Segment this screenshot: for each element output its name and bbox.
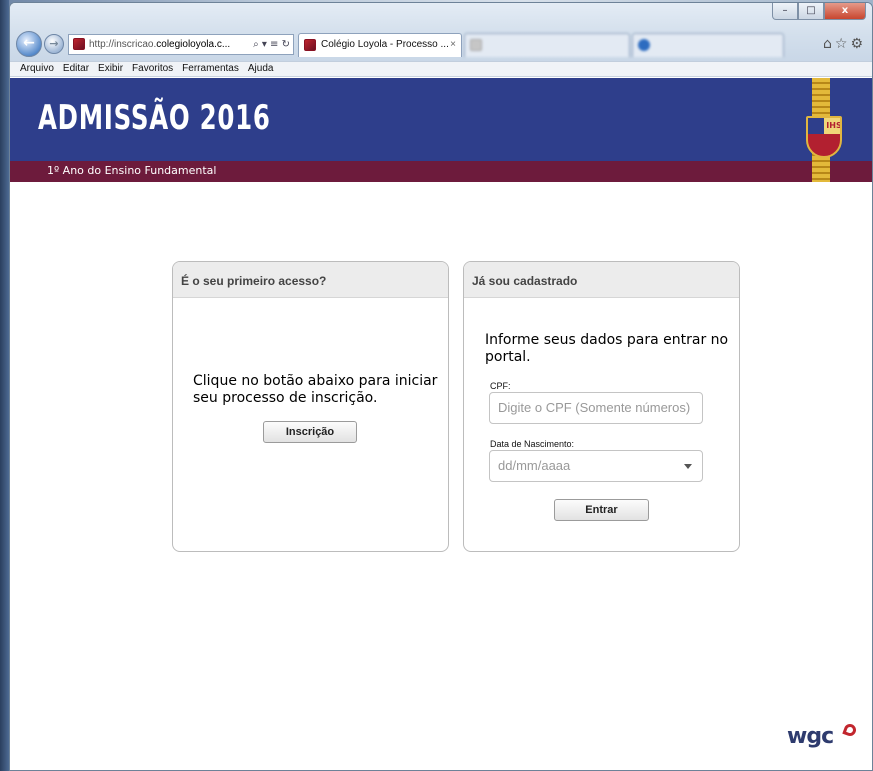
site-favicon-icon [73, 38, 85, 50]
first-access-heading: É o seu primeiro acesso? [173, 262, 448, 298]
header-subbar: 1º Ano do Ensino Fundamental [10, 161, 872, 182]
back-arrow-icon: ← [23, 35, 35, 51]
inscricao-button[interactable]: Inscrição [263, 421, 357, 443]
wgc-logo-mark-icon [842, 722, 858, 738]
tab-close-icon[interactable]: × [450, 34, 456, 56]
first-access-message: Clique no botão abaixo para iniciar seu … [193, 373, 438, 406]
grade-subtitle: 1º Ano do Ensino Fundamental [47, 164, 217, 177]
registered-card: Já sou cadastrado Informe seus dados par… [463, 261, 740, 552]
address-url-prefix: http://inscricao. [89, 39, 157, 50]
menu-item-ferramentas[interactable]: Ferramentas [182, 62, 239, 76]
forward-arrow-icon: → [49, 37, 59, 50]
window-controls: – □ x [772, 3, 866, 21]
address-bar[interactable]: http://inscricao.colegioloyola.c... ⌕ ▾ … [68, 34, 294, 55]
registered-heading: Já sou cadastrado [464, 262, 739, 298]
close-window-button[interactable]: x [824, 3, 866, 20]
crest-quarter [808, 118, 824, 134]
registered-message: Informe seus dados para entrar no portal… [485, 332, 729, 365]
tab-favicon-icon [638, 39, 650, 51]
header-banner: ADMISSÃO 2016 [10, 78, 872, 161]
tab-favicon-icon [304, 39, 316, 51]
home-favorites-settings-icons[interactable]: ⌂☆⚙ [823, 36, 866, 52]
menu-item-editar[interactable]: Editar [63, 62, 89, 76]
address-url-domain: colegioloyola.c... [156, 39, 231, 50]
entrar-button[interactable]: Entrar [554, 499, 649, 521]
forward-button[interactable]: → [44, 34, 64, 54]
menu-item-arquivo[interactable]: Arquivo [20, 62, 54, 76]
page-content: ADMISSÃO 2016 1º Ano do Ensino Fundament… [10, 78, 872, 770]
tab-blurred-2[interactable] [632, 33, 784, 57]
page-title: ADMISSÃO 2016 [38, 98, 271, 138]
birth-date-placeholder: dd/mm/aaaa [498, 458, 571, 473]
browser-chrome: – □ x ← → http://inscricao.colegioloyola… [10, 3, 872, 61]
menu-item-exibir[interactable]: Exibir [98, 62, 123, 76]
cpf-input[interactable]: Digite o CPF (Somente números) [489, 392, 703, 424]
address-tools-icons[interactable]: ⌕ ▾ ≡ ↻ [253, 35, 290, 54]
menu-bar: Arquivo Editar Exibir Favoritos Ferramen… [10, 61, 872, 77]
menu-item-ajuda[interactable]: Ajuda [248, 62, 274, 76]
minimize-button[interactable]: – [772, 3, 798, 20]
tab-blurred-1[interactable] [464, 33, 630, 57]
school-crest-icon: IHS [806, 116, 842, 158]
crest-monogram: IHS [824, 118, 840, 134]
first-access-card: É o seu primeiro acesso? Clique no botão… [172, 261, 449, 552]
navigation-row: ← → http://inscricao.colegioloyola.c... … [14, 30, 868, 58]
maximize-button[interactable]: □ [798, 3, 824, 20]
menu-item-favoritos[interactable]: Favoritos [132, 62, 173, 76]
birth-date-select[interactable]: dd/mm/aaaa [489, 450, 703, 482]
birth-date-label: Data de Nascimento: [490, 439, 575, 449]
chevron-down-icon [684, 464, 692, 469]
back-button[interactable]: ← [16, 31, 42, 57]
browser-window: – □ x ← → http://inscricao.colegioloyola… [9, 2, 873, 771]
cpf-label: CPF: [490, 381, 511, 391]
tab-favicon-icon [470, 39, 482, 51]
desktop-background-left [0, 0, 9, 771]
tab-colegio-loyola[interactable]: Colégio Loyola - Processo ... × [298, 33, 462, 57]
tab-title: Colégio Loyola - Processo ... [321, 39, 449, 50]
wgc-logo: wgc [787, 724, 834, 749]
